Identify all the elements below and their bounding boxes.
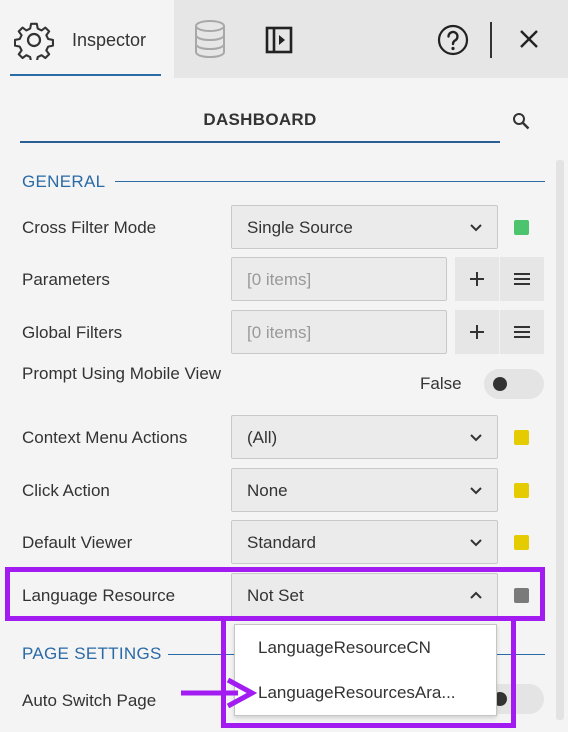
parameters-placeholder: [0 items]	[247, 270, 312, 289]
hamburger-icon	[514, 326, 530, 338]
help-icon[interactable]	[437, 24, 469, 61]
parameters-menu-button[interactable]	[500, 257, 544, 301]
cross-filter-mode-select[interactable]: Single Source	[231, 205, 498, 249]
scrollbar[interactable]	[556, 160, 564, 720]
default-viewer-value: Standard	[247, 533, 316, 552]
prompt-mobile-value: False	[420, 374, 462, 393]
default-viewer-label: Default Viewer	[22, 533, 133, 552]
highlight-language-dropdown	[221, 616, 516, 728]
click-action-value: None	[247, 481, 288, 500]
click-action-status	[514, 483, 529, 498]
toolbar-divider	[490, 22, 492, 58]
global-filters-field[interactable]: [0 items]	[231, 310, 447, 354]
chevron-down-icon	[470, 224, 482, 232]
hamburger-icon	[514, 273, 530, 285]
database-icon[interactable]	[194, 20, 226, 63]
section-general-title: GENERAL	[22, 172, 106, 191]
tab-inspector-underline	[10, 74, 161, 76]
panel-toggle-icon[interactable]	[265, 26, 293, 59]
parameters-label: Parameters	[22, 270, 110, 289]
context-menu-actions-label: Context Menu Actions	[22, 428, 188, 447]
plus-icon	[470, 325, 484, 339]
chevron-down-icon	[470, 487, 482, 495]
search-icon[interactable]	[512, 112, 530, 135]
context-menu-actions-select[interactable]: (All)	[231, 415, 498, 459]
chevron-down-icon	[470, 434, 482, 442]
dashboard-title-underline	[20, 141, 500, 143]
cross-filter-mode-label: Cross Filter Mode	[22, 218, 157, 237]
prompt-mobile-toggle[interactable]	[484, 369, 544, 399]
parameters-add-button[interactable]	[455, 257, 499, 301]
context-menu-actions-status	[514, 430, 529, 445]
global-filters-add-button[interactable]	[455, 310, 499, 354]
close-icon[interactable]	[519, 29, 539, 54]
global-filters-menu-button[interactable]	[500, 310, 544, 354]
chevron-down-icon	[470, 539, 482, 547]
context-menu-actions-value: (All)	[247, 428, 278, 447]
default-viewer-status	[514, 535, 529, 550]
default-viewer-select[interactable]: Standard	[231, 520, 498, 564]
annotation-arrow-icon	[181, 677, 258, 709]
global-filters-label: Global Filters	[22, 323, 123, 342]
auto-switch-page-label: Auto Switch Page	[22, 691, 157, 710]
dashboard-title: DASHBOARD	[203, 110, 317, 129]
highlight-language-resource-row	[5, 567, 545, 621]
prompt-mobile-label: Prompt Using Mobile View	[22, 364, 222, 383]
gear-icon	[13, 20, 54, 65]
tab-inspector-label[interactable]: Inspector	[72, 30, 146, 51]
cross-filter-mode-status	[514, 220, 529, 235]
click-action-select[interactable]: None	[231, 468, 498, 512]
parameters-field[interactable]: [0 items]	[231, 257, 447, 301]
toggle-knob	[493, 377, 507, 391]
global-filters-placeholder: [0 items]	[247, 323, 312, 342]
cross-filter-mode-value: Single Source	[247, 218, 353, 237]
section-page-settings-title: PAGE SETTINGS	[22, 644, 162, 663]
plus-icon	[470, 272, 484, 286]
click-action-label: Click Action	[22, 481, 110, 500]
section-general-line	[115, 181, 545, 182]
